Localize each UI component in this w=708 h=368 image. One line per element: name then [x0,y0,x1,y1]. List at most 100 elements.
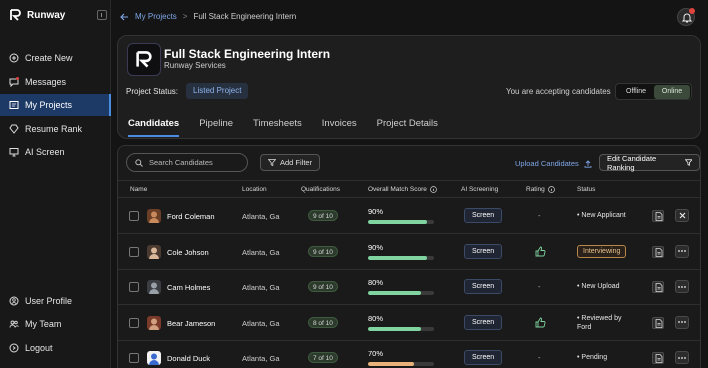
info-icon[interactable] [547,186,555,193]
document-icon [655,318,663,328]
sidebar-item-my-team[interactable]: My Team [0,313,111,335]
toggle-offline[interactable]: Offline [618,86,654,98]
status-badge: Interviewing [577,244,627,258]
add-filter-button[interactable]: Add Filter [260,154,321,171]
sidebar-item-resume-rank[interactable]: Resume Rank [0,118,111,140]
match-score-bar [368,326,434,331]
notification-dot [689,8,695,14]
avatar [147,209,161,223]
project-logo [127,43,161,76]
column-header-qualifications[interactable]: Qualifications [301,186,340,193]
availability-toggle[interactable]: Offline Online [615,83,692,100]
resume-button[interactable] [652,245,664,258]
column-header-name[interactable]: Name [130,186,147,193]
column-header-label: Overall Match Score [368,186,427,193]
rating-value: - [538,353,541,362]
upload-candidates-button[interactable]: Upload Candidates [515,159,592,168]
app-logo[interactable]: Runway [10,9,65,21]
sidebar-item-create-new[interactable]: Create New [0,47,111,69]
back-arrow-icon[interactable] [120,13,129,21]
breadcrumb-current: Full Stack Engineering Intern [193,12,297,21]
more-options-button[interactable] [675,280,689,293]
tab-candidates[interactable]: Candidates [128,118,180,137]
table-row[interactable]: Donald Duck Atlanta, Ga 7 of 10 70% Screen - •… [118,341,700,368]
column-header-ai-screening[interactable]: AI Screening [461,186,498,193]
monitor-icon [9,148,19,157]
screen-button[interactable]: Screen [464,208,503,223]
tab-timesheets[interactable]: Timesheets [253,118,302,137]
table-row[interactable]: Ford Coleman Atlanta, Ga 9 of 10 90% Screen -… [118,199,700,234]
more-options-button[interactable] [675,315,689,329]
status-text: • New Upload [577,283,620,290]
accepting-candidates-text: You are accepting candidates [506,87,611,96]
sidebar-item-label: My Team [25,319,62,329]
match-score-bar-fill [368,220,428,224]
reject-button[interactable] [675,209,689,222]
column-header-rating[interactable]: Rating [526,186,555,193]
tab-invoices[interactable]: Invoices [322,118,357,137]
more-options-button[interactable] [675,244,689,258]
resume-button[interactable] [652,316,664,329]
breadcrumb-parent-link[interactable]: My Projects [135,12,177,21]
candidate-name[interactable]: Ford Coleman [167,212,215,221]
row-checkbox[interactable] [129,353,139,363]
table-row[interactable]: Cam Holmes Atlanta, Ga 9 of 10 80% Screen - • … [118,270,700,305]
qualifications-badge: 7 of 10 [308,352,338,363]
sidebar-item-user-profile[interactable]: User Profile [0,290,111,312]
project-status-badge[interactable]: Listed Project [186,83,249,99]
team-icon [9,320,19,328]
resume-button[interactable] [652,352,664,364]
screen-button[interactable]: Screen [464,314,503,330]
sidebar-item-ai-screen[interactable]: AI Screen [0,141,111,163]
row-checkbox[interactable] [129,317,139,328]
edit-candidate-ranking-button[interactable]: Edit Candidate Ranking [599,154,700,172]
screen-button[interactable]: Screen [464,243,503,259]
sidebar-item-label: AI Screen [25,147,65,157]
match-score: 90% [368,242,384,252]
table-header: Name Location Qualifications Overall Mat… [118,180,700,198]
candidate-location: Atlanta, Ga [242,283,280,292]
table-row[interactable]: Cole Johson Atlanta, Ga 9 of 10 90% Screen In… [118,235,700,270]
candidate-location: Atlanta, Ga [242,247,280,257]
resume-button[interactable] [652,281,664,293]
candidate-name[interactable]: Donald Duck [167,354,210,363]
sidebar-item-label: Messages [25,77,67,87]
column-header-match-score[interactable]: Overall Match Score [368,186,437,193]
rating-thumbs-up[interactable] [535,315,546,333]
table-row[interactable]: Bear Jameson Atlanta, Ga 8 of 10 80% Screen •… [118,306,700,341]
rating-value: - [538,282,541,291]
more-icon [678,250,686,252]
more-options-button[interactable] [675,351,689,364]
status-text: • New Applicant [577,212,626,219]
search-input[interactable] [149,158,239,167]
app-root: Runway Create New Messages My Projects R… [0,0,708,368]
screen-button[interactable]: Screen [464,279,503,294]
sidebar-item-label: My Projects [25,100,73,110]
candidate-name[interactable]: Cam Holmes [167,283,210,292]
row-checkbox[interactable] [129,211,139,221]
candidate-name[interactable]: Bear Jameson [167,319,215,328]
row-checkbox[interactable] [129,282,139,292]
column-header-status[interactable]: Status [577,186,595,193]
collapse-sidebar-icon[interactable] [97,10,107,20]
sidebar-item-messages[interactable]: Messages [0,71,111,93]
candidates-panel: Add Filter Upload Candidates Edit Candid… [117,145,701,368]
tab-pipeline[interactable]: Pipeline [199,118,233,137]
tab-project-details[interactable]: Project Details [377,118,438,137]
column-header-location[interactable]: Location [242,186,267,193]
notifications-button[interactable] [677,8,695,26]
rating-thumbs-up[interactable] [535,244,546,262]
info-icon[interactable] [430,186,437,193]
row-checkbox[interactable] [129,246,139,257]
upload-candidates-label: Upload Candidates [515,159,579,168]
sidebar-item-logout[interactable]: Logout [0,337,111,359]
match-score-bar [368,291,434,295]
candidate-name[interactable]: Cole Johson [167,248,209,257]
sidebar-item-my-projects[interactable]: My Projects [0,94,111,116]
screen-button[interactable]: Screen [464,350,503,365]
column-header-label: Rating [526,186,545,193]
toggle-online[interactable]: Online [654,85,690,99]
document-icon [655,247,663,257]
breadcrumb-separator: > [182,12,188,21]
resume-button[interactable] [652,210,664,222]
